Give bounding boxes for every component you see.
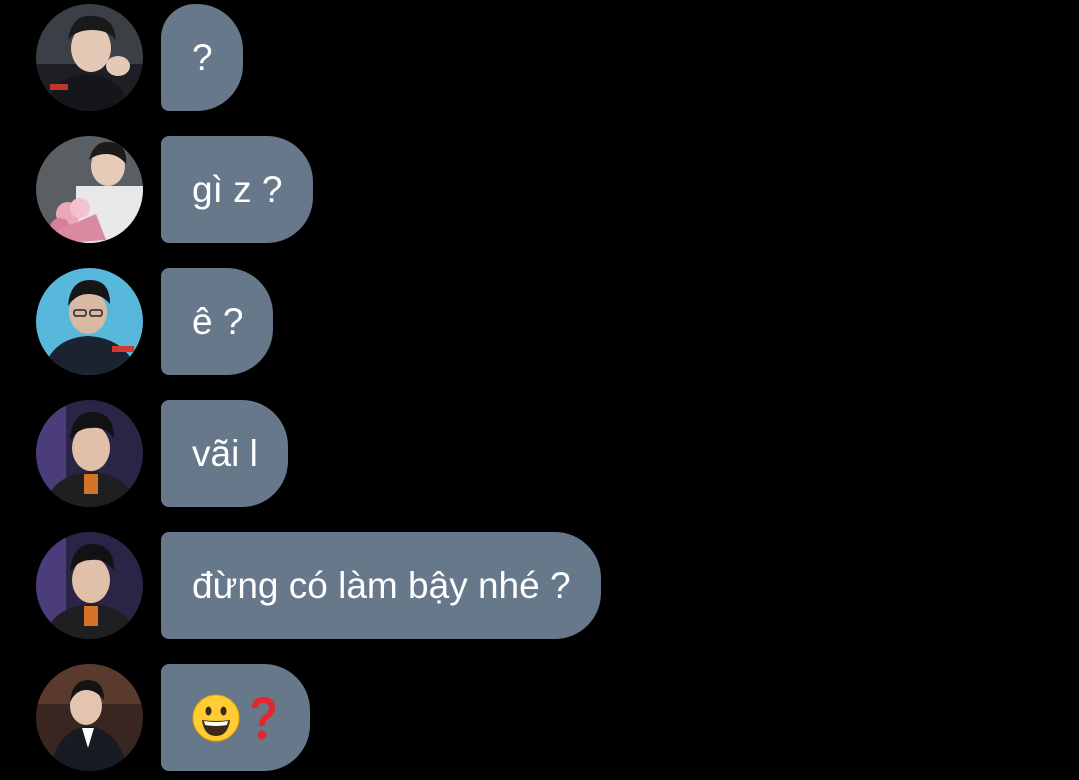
message-bubble[interactable]: ? bbox=[161, 4, 243, 111]
avatar[interactable] bbox=[36, 268, 143, 375]
message-row: đừng có làm bậy nhé ? bbox=[0, 528, 1079, 639]
message-row bbox=[0, 660, 1079, 771]
avatar-person-4-icon bbox=[36, 400, 143, 507]
message-bubble[interactable]: gì z ? bbox=[161, 136, 313, 243]
message-text: ? bbox=[192, 36, 213, 78]
avatar-person-5-icon bbox=[36, 664, 143, 771]
avatar[interactable] bbox=[36, 4, 143, 111]
message-bubble[interactable]: đừng có làm bậy nhé ? bbox=[161, 532, 601, 639]
avatar[interactable] bbox=[36, 136, 143, 243]
avatar-person-4-icon bbox=[36, 532, 143, 639]
message-row: gì z ? bbox=[0, 132, 1079, 243]
message-text: ê ? bbox=[192, 300, 244, 342]
red-question-mark-emoji-icon bbox=[252, 696, 275, 739]
avatar-person-1-icon bbox=[36, 4, 143, 111]
message-bubble[interactable]: vãi l bbox=[161, 400, 288, 507]
avatar[interactable] bbox=[36, 664, 143, 771]
message-text: đừng có làm bậy nhé ? bbox=[192, 564, 571, 606]
message-text: vãi l bbox=[192, 432, 258, 474]
chat-thread: ? gì z ? ê ? vãi l đừng có làm bậy nhé ? bbox=[0, 0, 1079, 780]
message-row: ? bbox=[0, 0, 1079, 111]
message-row: ê ? bbox=[0, 264, 1079, 375]
message-text: gì z ? bbox=[192, 168, 283, 210]
avatar[interactable] bbox=[36, 532, 143, 639]
avatar-person-2-icon bbox=[36, 136, 143, 243]
emoji-group bbox=[192, 694, 280, 742]
grinning-face-emoji-icon bbox=[192, 694, 240, 741]
avatar-person-3-icon bbox=[36, 268, 143, 375]
message-bubble[interactable] bbox=[161, 664, 310, 771]
message-bubble[interactable]: ê ? bbox=[161, 268, 274, 375]
avatar[interactable] bbox=[36, 400, 143, 507]
message-row: vãi l bbox=[0, 396, 1079, 507]
